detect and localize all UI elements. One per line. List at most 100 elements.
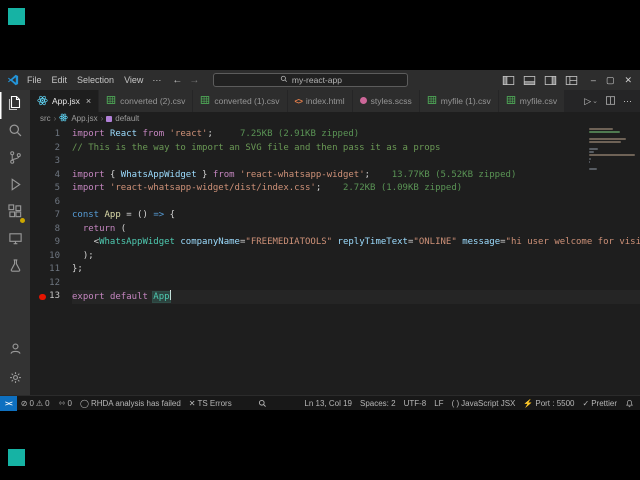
lightning-icon: ⚡ (523, 399, 533, 408)
activity-run-debug[interactable] (0, 173, 30, 200)
activity-explorer[interactable] (0, 92, 30, 119)
eol-status[interactable]: LF (430, 399, 447, 408)
editor-gutter[interactable]: 12345678910111213 (30, 125, 72, 395)
split-editor-icon[interactable] (605, 95, 616, 108)
code-line[interactable]: import React from 'react'; 7.25KB (2.91K… (72, 128, 640, 142)
code-line[interactable]: }; (72, 263, 640, 277)
code-line[interactable] (72, 196, 640, 210)
menu-file[interactable]: File (22, 75, 47, 85)
breakpoint-dot[interactable] (39, 294, 46, 301)
error-icon: ⊘ (21, 399, 28, 408)
ports-status[interactable]: 0 (54, 399, 76, 408)
html-icon: <> (295, 96, 302, 106)
menu-edit[interactable]: Edit (47, 75, 73, 85)
breadcrumb-file[interactable]: App.jsx (71, 114, 97, 123)
ts-errors-status[interactable]: ✕ TS Errors (185, 399, 236, 408)
menu-overflow[interactable]: ⋯ (148, 75, 165, 86)
activity-testing[interactable] (0, 254, 30, 281)
line-number[interactable]: 12 (30, 277, 72, 291)
activity-source-control[interactable] (0, 146, 30, 173)
notifications-status[interactable] (621, 399, 638, 408)
indentation-status[interactable]: Spaces: 2 (356, 399, 400, 408)
minimize-button[interactable]: – (591, 75, 596, 86)
tab-styles-scss[interactable]: styles.scss (353, 90, 420, 112)
code-line[interactable] (72, 155, 640, 169)
code-line[interactable]: import { WhatsAppWidget } from 'react-wh… (72, 169, 640, 183)
more-actions-icon[interactable]: ⋯ (623, 96, 632, 107)
line-number[interactable]: 13 (30, 290, 72, 304)
breadcrumb-separator: › (101, 114, 104, 123)
minimap[interactable] (589, 128, 637, 171)
badge (20, 218, 25, 223)
code-line[interactable]: ); (72, 250, 640, 264)
code-line[interactable]: export default App (72, 290, 640, 304)
line-number[interactable]: 1 (30, 128, 72, 142)
line-number[interactable]: 5 (30, 182, 72, 196)
minimap-line (589, 158, 591, 160)
line-number[interactable]: 3 (30, 155, 72, 169)
line-number[interactable]: 4 (30, 169, 72, 183)
command-center-search[interactable]: my-react-app (213, 73, 408, 87)
code-line[interactable]: import 'react-whatsapp-widget/dist/index… (72, 182, 640, 196)
forward-arrow-icon[interactable]: → (189, 75, 199, 86)
line-number[interactable]: 10 (30, 250, 72, 264)
toggle-panel-icon[interactable] (523, 75, 536, 86)
line-number[interactable]: 11 (30, 263, 72, 277)
tab-bar: App.jsx×converted (2).csvconverted (1).c… (30, 90, 640, 112)
tab-app-jsx[interactable]: App.jsx× (30, 90, 99, 112)
encoding-status[interactable]: UTF-8 (400, 399, 431, 408)
run-debug-icon (8, 177, 23, 197)
code-line[interactable] (72, 277, 640, 291)
maximize-button[interactable]: ▢ (606, 75, 615, 86)
back-arrow-icon[interactable]: ← (172, 75, 182, 86)
rhda-status[interactable]: ◯ RHDA analysis has failed (76, 399, 185, 408)
activity-settings[interactable] (0, 366, 30, 393)
prettier-status[interactable]: ✓ Prettier (579, 399, 622, 408)
line-number[interactable]: 9 (30, 236, 72, 250)
toggle-secondary-sidebar-icon[interactable] (544, 75, 557, 86)
code-line[interactable]: return ( (72, 223, 640, 237)
remote-indicator[interactable]: >< (0, 396, 17, 411)
tab-label: myfile.csv (520, 96, 557, 106)
line-number[interactable]: 7 (30, 209, 72, 223)
code-lines[interactable]: import React from 'react'; 7.25KB (2.91K… (72, 125, 640, 395)
search-icon (258, 399, 267, 408)
search-status[interactable] (254, 399, 271, 408)
activity-extensions[interactable] (0, 200, 30, 227)
run-code-button[interactable]: ▷⌄ (584, 96, 598, 107)
code-line[interactable]: <WhatsAppWidget companyName="FREEMEDIATO… (72, 236, 640, 250)
tab-myfile-csv[interactable]: myfile.csv (499, 90, 565, 112)
minimap-line (589, 128, 613, 130)
tab-index-html[interactable]: <> index.html (288, 90, 353, 112)
live-server-status[interactable]: ⚡ Port : 5500 (519, 399, 578, 408)
code-editor[interactable]: 12345678910111213 import React from 'rea… (30, 125, 640, 395)
breadcrumb-src[interactable]: src (40, 114, 51, 123)
cursor-position-status[interactable]: Ln 13, Col 19 (300, 399, 356, 408)
activity-remote-explorer[interactable] (0, 227, 30, 254)
csv-icon (200, 95, 210, 107)
line-number[interactable]: 2 (30, 142, 72, 156)
activity-account[interactable] (0, 337, 30, 364)
menu-view[interactable]: View (119, 75, 148, 85)
toggle-sidebar-icon[interactable] (502, 75, 515, 86)
tab-converted-1-csv[interactable]: converted (1).csv (193, 90, 287, 112)
code-line[interactable]: // This is the way to import an SVG file… (72, 142, 640, 156)
remote-explorer-icon (8, 231, 23, 251)
csv-icon (506, 95, 516, 107)
problems-status[interactable]: ⊘0 ⚠0 (17, 399, 54, 408)
customize-layout-icon[interactable] (565, 75, 578, 86)
breadcrumb-symbol[interactable]: default (115, 114, 139, 123)
language-mode-status[interactable]: ( ) JavaScript JSX (448, 399, 520, 408)
text-cursor (170, 290, 171, 300)
activity-search[interactable] (0, 119, 30, 146)
menu-selection[interactable]: Selection (72, 75, 119, 85)
tab-myfile-1-csv[interactable]: myfile (1).csv (420, 90, 499, 112)
close-icon[interactable]: × (86, 96, 91, 106)
tab-label: index.html (306, 96, 345, 106)
line-number[interactable]: 8 (30, 223, 72, 237)
status-bar: >< ⊘0 ⚠0 0 ◯ RHDA analysis has failed ✕ … (0, 395, 640, 410)
line-number[interactable]: 6 (30, 196, 72, 210)
tab-converted-2-csv[interactable]: converted (2).csv (99, 90, 193, 112)
code-line[interactable]: const App = () => { (72, 209, 640, 223)
close-button[interactable]: ✕ (624, 75, 632, 86)
